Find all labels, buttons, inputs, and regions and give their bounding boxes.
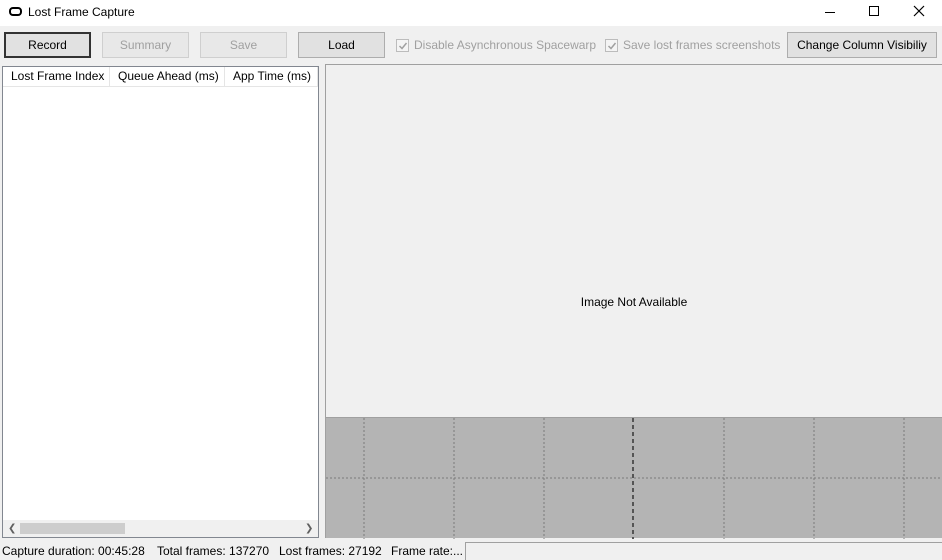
- title-bar: Lost Frame Capture: [0, 0, 942, 26]
- record-button[interactable]: Record: [4, 32, 91, 58]
- minimize-button[interactable]: [806, 0, 852, 26]
- save-screenshots-label: Save lost frames screenshots: [623, 38, 781, 52]
- lost-frames: Lost frames: 27192: [279, 544, 382, 558]
- column-header-app-time[interactable]: App Time (ms): [225, 67, 318, 87]
- scrollbar-thumb[interactable]: [20, 523, 125, 534]
- load-button[interactable]: Load: [298, 32, 385, 58]
- disable-asw-checkbox[interactable]: Disable Asynchronous Spacewarp: [396, 38, 596, 52]
- window-title: Lost Frame Capture: [28, 5, 135, 19]
- checkbox-checked-icon: [396, 38, 409, 52]
- list-header: Lost Frame Index Queue Ahead (ms) App Ti…: [3, 67, 318, 87]
- screenshot-preview: Image Not Available: [325, 64, 942, 417]
- column-header-lost-frame-index[interactable]: Lost Frame Index: [3, 67, 110, 87]
- horizontal-scrollbar[interactable]: ❮ ❯: [3, 520, 318, 537]
- frame-rate: Frame rate:...: [391, 544, 464, 558]
- maximize-button[interactable]: [851, 0, 897, 26]
- minimize-icon: [825, 12, 835, 13]
- checkbox-checked-icon: [605, 38, 618, 52]
- summary-button[interactable]: Summary: [102, 32, 189, 58]
- save-screenshots-checkbox[interactable]: Save lost frames screenshots: [605, 38, 780, 52]
- save-button[interactable]: Save: [200, 32, 287, 58]
- change-column-visibility-button[interactable]: Change Column Visibiliy: [787, 32, 937, 58]
- frame-graph[interactable]: [325, 417, 942, 539]
- total-frames: Total frames: 137270: [157, 544, 270, 558]
- column-header-queue-ahead[interactable]: Queue Ahead (ms): [110, 67, 225, 87]
- lost-frames-list[interactable]: Lost Frame Index Queue Ahead (ms) App Ti…: [2, 66, 319, 538]
- capture-duration: Capture duration: 00:45:28: [2, 544, 145, 558]
- scroll-left-icon[interactable]: ❮: [8, 523, 16, 534]
- toolbar: Record Summary Save Load Disable Asynchr…: [0, 26, 942, 64]
- close-icon: [913, 5, 925, 17]
- scroll-right-icon[interactable]: ❯: [305, 523, 313, 534]
- status-bar: Capture duration: 00:45:28 Total frames:…: [0, 540, 942, 560]
- oculus-app-icon: [9, 7, 22, 16]
- close-button[interactable]: [896, 0, 942, 26]
- image-not-available-text: Image Not Available: [580, 295, 688, 309]
- status-panel: [465, 542, 942, 560]
- maximize-icon: [869, 6, 879, 16]
- frame-graph-grid: [326, 418, 942, 539]
- disable-asw-label: Disable Asynchronous Spacewarp: [414, 38, 597, 52]
